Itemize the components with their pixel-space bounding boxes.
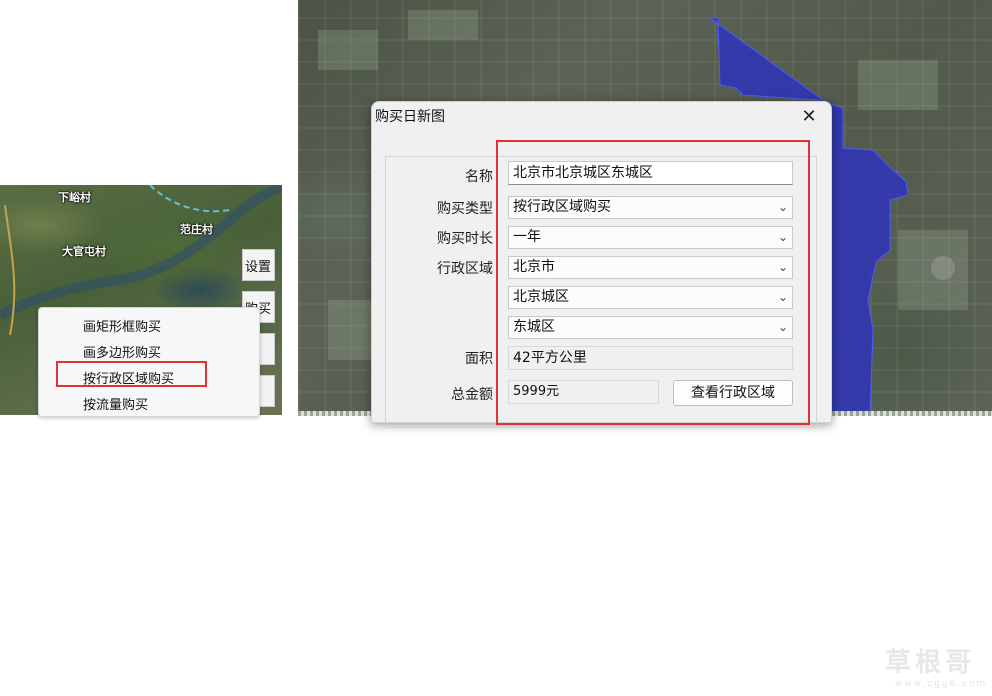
place-label: 下峪村 <box>58 191 91 204</box>
dialog-title: 购买日新图 <box>375 109 445 125</box>
name-label: 名称 <box>465 169 493 185</box>
watermark-url: www.cgg6.com <box>895 679 988 689</box>
menu-highlight-box <box>56 361 207 387</box>
form-highlight-box <box>496 140 810 425</box>
menu-item-rectangle-purchase[interactable]: 画矩形框购买 <box>83 316 161 335</box>
close-icon[interactable]: ✕ <box>797 104 821 128</box>
area-label: 面积 <box>465 351 493 367</box>
buy-type-label: 购买类型 <box>437 201 493 217</box>
menu-item-traffic-purchase[interactable]: 按流量购买 <box>83 394 148 413</box>
tab-settings[interactable]: 设置 <box>242 249 275 281</box>
menu-item-polygon-purchase[interactable]: 画多边形购买 <box>83 342 161 361</box>
region-label: 行政区域 <box>437 261 493 277</box>
duration-label: 购买时长 <box>437 231 493 247</box>
place-label: 范庄村 <box>180 223 213 236</box>
place-label: 大官屯村 <box>62 245 106 258</box>
total-label: 总金额 <box>451 387 493 403</box>
